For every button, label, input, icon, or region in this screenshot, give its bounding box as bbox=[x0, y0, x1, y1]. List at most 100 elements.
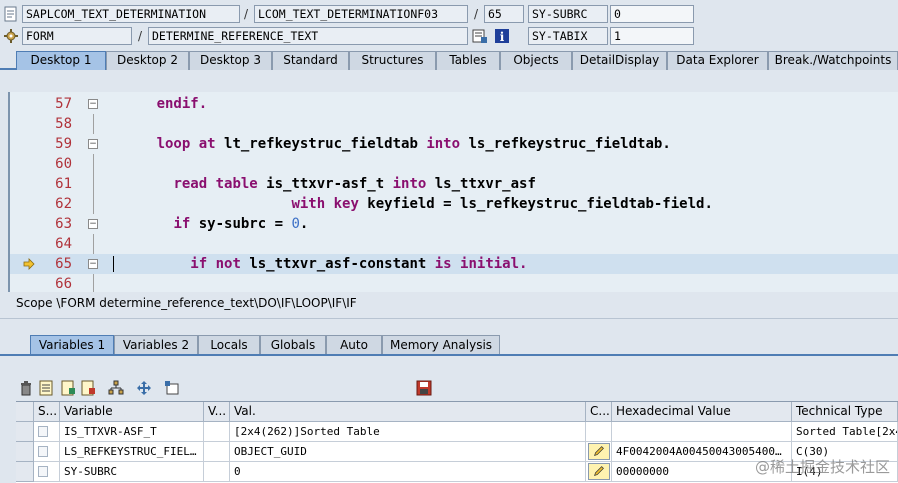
code-token: keyfield = ls_refkeystruc_fieldtab-field… bbox=[367, 196, 713, 212]
col-header-v[interactable]: V... bbox=[204, 402, 230, 422]
table-cell-c[interactable] bbox=[586, 442, 612, 462]
import-icon[interactable] bbox=[60, 380, 76, 396]
collapse-block-icon[interactable]: − bbox=[88, 219, 98, 229]
status-checkbox[interactable] bbox=[38, 426, 48, 437]
line-number: 64 bbox=[55, 236, 72, 252]
code-line[interactable]: 64 bbox=[10, 234, 898, 254]
col-header-variable[interactable]: Variable bbox=[60, 402, 204, 422]
code-token: ls_ttxvr_asf-constant bbox=[249, 256, 435, 272]
code-text: loop at lt_refkeystruc_fieldtab into ls_… bbox=[106, 134, 671, 154]
sysvar-name-field-2[interactable]: SY-TABIX bbox=[528, 27, 608, 45]
col-header-technical-type[interactable]: Technical Type bbox=[792, 402, 898, 422]
move-icon[interactable] bbox=[136, 380, 152, 396]
collapse-block-icon[interactable]: − bbox=[88, 139, 98, 149]
code-line[interactable]: 63 − if sy-subrc = 0. bbox=[10, 214, 898, 234]
tab-variables-1[interactable]: Variables 1 bbox=[30, 335, 114, 355]
table-cell-val[interactable]: 0 bbox=[230, 462, 586, 482]
tab-tables[interactable]: Tables bbox=[436, 51, 500, 70]
tab-data-explorer[interactable]: Data Explorer bbox=[667, 51, 768, 70]
table-cell-hex[interactable] bbox=[612, 422, 792, 442]
info-icon[interactable]: i bbox=[494, 28, 510, 44]
event-type-field[interactable]: FORM bbox=[22, 27, 132, 45]
code-line[interactable]: 65 − if not ls_ttxvr_asf-constant is init… bbox=[10, 254, 898, 274]
collapse-block-icon[interactable]: − bbox=[88, 99, 98, 109]
source-code-panel[interactable]: 57 − endif. 58 59 − loop at lt_refkeystruc_f… bbox=[8, 92, 898, 292]
edit-pencil-icon[interactable] bbox=[588, 463, 610, 480]
code-token: if bbox=[173, 216, 199, 232]
tab-desktop-3[interactable]: Desktop 3 bbox=[189, 51, 272, 70]
code-line[interactable]: 61 read table is_ttxvr-asf_t into ls_ttx… bbox=[10, 174, 898, 194]
code-token: into bbox=[392, 176, 435, 192]
code-line[interactable]: 60 bbox=[10, 154, 898, 174]
tab-locals[interactable]: Locals bbox=[198, 335, 260, 355]
col-header-c[interactable]: C... bbox=[586, 402, 612, 422]
code-token: is_ttxvr-asf_t bbox=[266, 176, 393, 192]
table-cell-c[interactable] bbox=[586, 422, 612, 442]
row-selector[interactable] bbox=[16, 442, 34, 462]
col-header-hex[interactable]: Hexadecimal Value bbox=[612, 402, 792, 422]
tab-standard[interactable]: Standard bbox=[272, 51, 349, 70]
separator-slash: / bbox=[138, 29, 143, 43]
status-checkbox[interactable] bbox=[38, 466, 48, 477]
edit-pencil-icon[interactable] bbox=[588, 443, 610, 460]
export-icon[interactable] bbox=[80, 380, 96, 396]
scope-path: Scope \FORM determine_reference_text\DO\… bbox=[16, 296, 357, 310]
col-header-s[interactable]: S... bbox=[34, 402, 60, 422]
include-name-field[interactable]: LCOM_TEXT_DETERMINATIONF03 bbox=[254, 5, 468, 23]
code-line[interactable]: 62 with key keyfield = ls_refkeystruc_fi… bbox=[10, 194, 898, 214]
code-line[interactable]: 66 bbox=[10, 274, 898, 292]
sysvar-value-field[interactable]: 0 bbox=[610, 5, 694, 23]
tab-globals[interactable]: Globals bbox=[260, 335, 326, 355]
sysvar-name-field[interactable]: SY-SUBRC bbox=[528, 5, 608, 23]
tab-break-watchpoints[interactable]: Break./Watchpoints bbox=[768, 51, 898, 70]
row-selector[interactable] bbox=[16, 462, 34, 482]
tab-memory-analysis[interactable]: Memory Analysis bbox=[382, 335, 500, 355]
fold-guide bbox=[93, 114, 94, 134]
fold-guide bbox=[93, 234, 94, 254]
tab-objects[interactable]: Objects bbox=[500, 51, 572, 70]
table-cell-variable[interactable]: SY-SUBRC bbox=[60, 462, 204, 482]
col-header-val[interactable]: Val. bbox=[230, 402, 586, 422]
table-cell-v[interactable] bbox=[204, 422, 230, 442]
col-header-select bbox=[16, 402, 34, 422]
table-cell-v[interactable] bbox=[204, 462, 230, 482]
line-number: 65 bbox=[55, 256, 72, 272]
table-cell-type[interactable]: Sorted Table[2x4(. bbox=[792, 422, 898, 442]
row-selector[interactable] bbox=[16, 422, 34, 442]
tab-auto[interactable]: Auto bbox=[326, 335, 382, 355]
code-line[interactable]: 59 − loop at lt_refkeystruc_fieldtab into… bbox=[10, 134, 898, 154]
list-icon[interactable] bbox=[38, 380, 54, 396]
event-name-field[interactable]: DETERMINE_REFERENCE_TEXT bbox=[148, 27, 468, 45]
table-cell-val[interactable]: OBJECT_GUID bbox=[230, 442, 586, 462]
tab-variables-2[interactable]: Variables 2 bbox=[114, 335, 198, 355]
code-line[interactable]: 58 bbox=[10, 114, 898, 134]
table-cell-v[interactable] bbox=[204, 442, 230, 462]
code-line[interactable]: 57 − endif. bbox=[10, 94, 898, 114]
status-cell bbox=[34, 422, 60, 442]
current-statement-arrow-icon bbox=[23, 258, 35, 270]
new-variable-icon[interactable] bbox=[164, 380, 180, 396]
hierarchy-icon[interactable] bbox=[108, 380, 124, 396]
tab-desktop-2[interactable]: Desktop 2 bbox=[106, 51, 189, 70]
fold-guide bbox=[93, 274, 94, 292]
table-cell-c[interactable] bbox=[586, 462, 612, 482]
tab-structures[interactable]: Structures bbox=[349, 51, 436, 70]
collapse-block-icon[interactable]: − bbox=[88, 259, 98, 269]
tab-desktop-1[interactable]: Desktop 1 bbox=[16, 51, 106, 70]
table-cell-variable[interactable]: LS_REFKEYSTRUC_FIEL… bbox=[60, 442, 204, 462]
table-cell-variable[interactable]: IS_TTXVR-ASF_T bbox=[60, 422, 204, 442]
delete-icon[interactable] bbox=[18, 380, 34, 396]
program-name-field[interactable]: SAPLCOM_TEXT_DETERMINATION bbox=[22, 5, 240, 23]
save-icon[interactable] bbox=[416, 380, 432, 396]
sysvar-value-field-2[interactable]: 1 bbox=[610, 27, 694, 45]
fold-guide bbox=[93, 194, 94, 214]
table-cell-val[interactable]: [2x4(262)]Sorted Table bbox=[230, 422, 586, 442]
code-token: into bbox=[426, 136, 469, 152]
display-source-icon[interactable] bbox=[472, 28, 488, 44]
line-number-field[interactable]: 65 bbox=[484, 5, 524, 23]
status-checkbox[interactable] bbox=[38, 446, 48, 457]
text-cursor bbox=[113, 256, 114, 272]
tab-detaildisplay[interactable]: DetailDisplay bbox=[572, 51, 667, 70]
